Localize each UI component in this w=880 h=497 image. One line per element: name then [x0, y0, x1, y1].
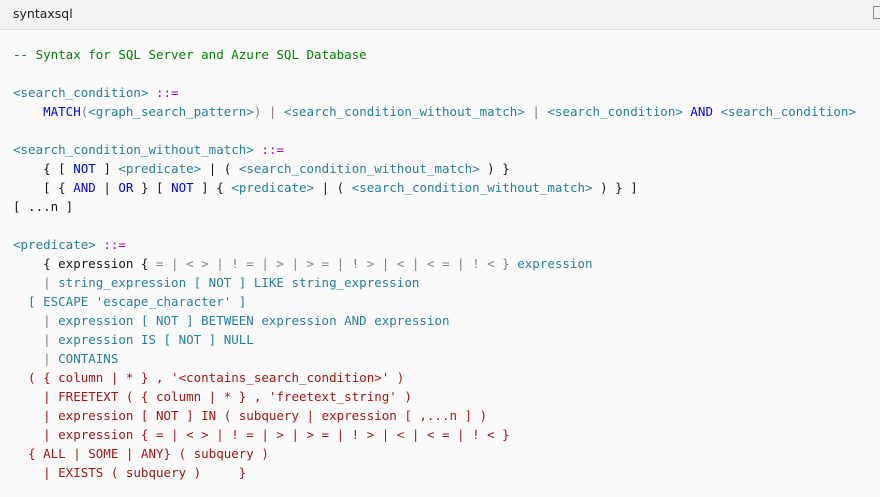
code-token-param: expression: [517, 256, 593, 271]
code-token-op: |: [13, 275, 59, 290]
code-token-comment: -- Syntax for SQL Server and Azure SQL D…: [13, 47, 367, 62]
code-token-param: <search_condition_without_match>: [283, 104, 525, 119]
code-token-param: <predicate>: [118, 161, 202, 176]
code-token-text: ) }: [479, 161, 510, 176]
code-line: { [ NOT ] <predicate> | ( <search_condit…: [13, 159, 856, 178]
code-token-param: expression [ NOT ] BETWEEN expression AN…: [58, 313, 450, 328]
code-line: | expression [ NOT ] BETWEEN expression …: [13, 311, 856, 330]
code-token-param: <search_condition>: [13, 85, 149, 100]
code-line: MATCH(<graph_search_pattern>) | <search_…: [13, 102, 856, 121]
code-token-op: |: [13, 351, 59, 366]
code-token-keyword: AND: [73, 180, 96, 195]
code-token-text: [ ...n ]: [13, 199, 74, 214]
code-token-op: = | < > | ! = | > | > = | ! > | < | < = …: [156, 256, 510, 271]
code-line: | expression [ NOT ] IN ( subquery | exp…: [13, 406, 856, 425]
code-token-keyword: MATCH: [43, 104, 81, 119]
code-line: <predicate> ::=: [13, 235, 856, 254]
code-line: <search_condition_without_match> ::=: [13, 140, 856, 159]
code-token-text: { expression {: [13, 256, 156, 271]
code-token-param: expression IS [ NOT ] NULL: [58, 332, 254, 347]
code-line: | expression IS [ NOT ] NULL: [13, 330, 856, 349]
code-token-op: |: [13, 313, 59, 328]
code-token-op: |: [13, 332, 59, 347]
code-token-param: <search_condition_without_match>: [351, 180, 593, 195]
code-token-keyword: NOT: [171, 180, 194, 195]
language-label: syntaxsql: [13, 6, 73, 21]
code-token-param: <predicate>: [231, 180, 315, 195]
code-token-keyword: OR: [118, 180, 134, 195]
code-line: ( { column | * } , '<contains_search_con…: [13, 368, 856, 387]
code-token-op: |: [532, 104, 540, 119]
code-header: syntaxsql: [0, 0, 880, 30]
code-line: -- Syntax for SQL Server and Azure SQL D…: [13, 45, 856, 64]
code-token-text: { [: [13, 161, 74, 176]
code-token-string: | EXISTS ( subquery ) }: [13, 465, 247, 480]
code-line: | FREETEXT ( { column | * } , 'freetext_…: [13, 387, 856, 406]
code-token-param: <search_condition>: [720, 104, 856, 119]
code-token-param: string_expression [ NOT ] LIKE string_ex…: [58, 275, 420, 290]
code-token-special: ::=: [261, 142, 284, 157]
code-token-text: ] {: [193, 180, 232, 195]
copy-icon[interactable]: [873, 6, 880, 19]
code-token-special: ::=: [103, 237, 126, 252]
code-token-string: | FREETEXT ( { column | * } , 'freetext_…: [13, 389, 412, 404]
code-token-string: { ALL | SOME | ANY} ( subquery ): [13, 446, 269, 461]
code-line: <search_condition> ::=: [13, 83, 856, 102]
code-line: [ ...n ]: [13, 197, 856, 216]
code-token-param: <search_condition_without_match>: [238, 161, 480, 176]
code-line: | EXISTS ( subquery ) }: [13, 463, 856, 482]
code-token-keyword: AND: [690, 104, 713, 119]
code-token-text: | (: [314, 180, 352, 195]
code-token-param: <search_condition_without_match>: [13, 142, 254, 157]
code-token-text: ]: [95, 161, 119, 176]
code-line: [ ESCAPE 'escape_character' ]: [13, 292, 856, 311]
code-token-param: <graph_search_pattern>: [88, 104, 254, 119]
code-token-text: } [: [133, 180, 172, 195]
code-line: { ALL | SOME | ANY} ( subquery ): [13, 444, 856, 463]
code-token-string: | expression { = | < > | ! = | > | > = |…: [13, 427, 510, 442]
code-token-param: <predicate>: [13, 237, 96, 252]
code-token-param: <search_condition>: [547, 104, 683, 119]
code-line: | expression { = | < > | ! = | > | > = |…: [13, 425, 856, 444]
code-token-keyword: NOT: [73, 161, 96, 176]
code-token-text: [ {: [13, 180, 74, 195]
code-token-text: |: [95, 180, 119, 195]
code-token-text: ) } ]: [592, 180, 638, 195]
code-token-string: | expression [ NOT ] IN ( subquery | exp…: [13, 408, 488, 423]
code-line: | CONTAINS: [13, 349, 856, 368]
code-token-special: ::=: [156, 85, 179, 100]
code-content: -- Syntax for SQL Server and Azure SQL D…: [13, 45, 856, 482]
code-line: { expression { = | < > | ! = | > | > = |…: [13, 254, 856, 273]
code-token-param: [ ESCAPE 'escape_character' ]: [13, 294, 247, 309]
code-token-string: ( { column | * } , '<contains_search_con…: [13, 370, 405, 385]
code-block: syntaxsql -- Syntax for SQL Server and A…: [0, 0, 880, 497]
code-token-text: | (: [201, 161, 239, 176]
code-token-param: CONTAINS: [58, 351, 119, 366]
code-line: [ { AND | OR } [ NOT ] { <predicate> | (…: [13, 178, 856, 197]
code-line: | string_expression [ NOT ] LIKE string_…: [13, 273, 856, 292]
